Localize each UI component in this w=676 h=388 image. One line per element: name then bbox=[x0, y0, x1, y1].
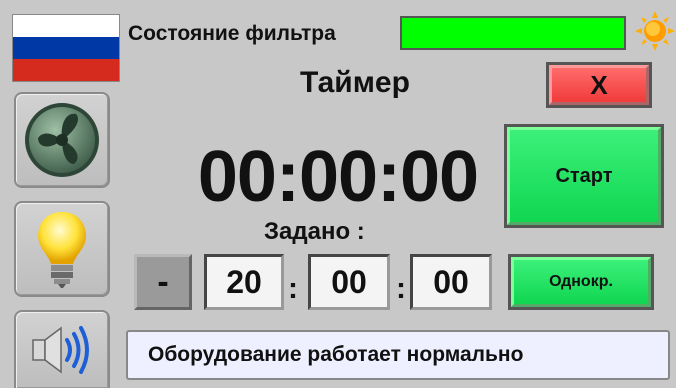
mode-button[interactable]: Однокр. bbox=[508, 254, 654, 310]
colon-separator: : bbox=[288, 272, 298, 305]
minutes-field[interactable]: 00 bbox=[308, 254, 390, 310]
light-bulb-icon bbox=[38, 212, 86, 288]
hours-field[interactable]: 20 bbox=[204, 254, 284, 310]
fan-button[interactable] bbox=[14, 92, 110, 188]
filter-indicator-bar bbox=[400, 16, 626, 50]
timer-title: Таймер bbox=[300, 66, 410, 99]
colon-separator: : bbox=[396, 272, 406, 305]
start-button[interactable]: Старт bbox=[504, 124, 664, 228]
light-button[interactable] bbox=[14, 201, 110, 297]
filter-status-label: Состояние фильтра bbox=[128, 22, 336, 45]
close-label: X bbox=[549, 65, 649, 105]
language-flag[interactable] bbox=[12, 14, 120, 82]
set-time-label: Задано : bbox=[264, 218, 365, 245]
seconds-field[interactable]: 00 bbox=[410, 254, 492, 310]
speaker-icon bbox=[32, 326, 89, 374]
fan-icon bbox=[25, 103, 99, 177]
flag-blue-stripe bbox=[13, 37, 119, 59]
flag-red-stripe bbox=[13, 59, 119, 81]
close-button[interactable]: X bbox=[546, 62, 652, 108]
sound-button[interactable] bbox=[14, 310, 110, 388]
start-label: Старт bbox=[507, 127, 661, 225]
sun-icon bbox=[635, 11, 675, 51]
flag-white-stripe bbox=[13, 15, 119, 37]
minus-button[interactable]: - bbox=[134, 254, 192, 310]
mode-label: Однокр. bbox=[511, 257, 651, 307]
status-message: Оборудование работает нормально bbox=[126, 330, 670, 380]
timer-display: 00:00:00 bbox=[197, 137, 479, 217]
